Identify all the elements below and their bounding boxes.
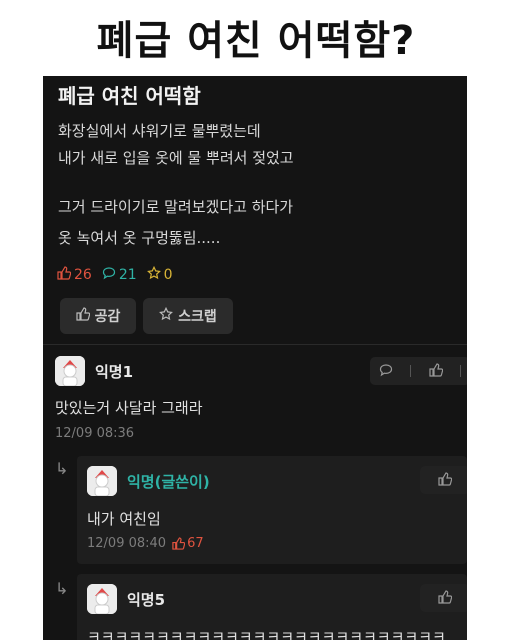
post-stats: 26 21 0 xyxy=(57,265,173,284)
star-icon xyxy=(159,306,174,325)
comment-text: 내가 여친임 xyxy=(87,510,161,528)
comment-like-count: 67 xyxy=(172,536,204,551)
post-body-line: 내가 새로 입을 옷에 물 뿌려서 젖었고 xyxy=(58,149,294,167)
like-button[interactable]: 공감 xyxy=(60,298,136,334)
reply-arrow-icon: ↳ xyxy=(55,459,69,478)
thumbs-up-icon[interactable] xyxy=(438,589,453,608)
like-count-value: 26 xyxy=(74,267,92,283)
comment-time: 12/09 08:36 xyxy=(55,426,135,441)
scrap-button-label: 스크랩 xyxy=(178,309,217,325)
comment-text: 맛있는거 사달라 그래라 xyxy=(55,399,203,417)
comment-actions xyxy=(420,584,467,612)
comment-text: ㅋㅋㅋㅋㅋㅋㅋㅋㅋㅋㅋㅋㅋㅋㅋㅋㅋㅋㅋㅋㅋㅋㅋㅋㅋㅋ xyxy=(87,628,446,640)
comment-nickname-author: 익명(글쓴이) xyxy=(127,473,210,491)
post-body-line: 그거 드라이기로 말려보겠다고 하다가 xyxy=(58,198,294,216)
thumbs-up-icon[interactable] xyxy=(429,362,443,381)
post-title: 폐급 여친 어떡함 xyxy=(58,84,201,108)
speech-bubble-icon xyxy=(102,266,116,284)
like-button-label: 공감 xyxy=(94,309,121,325)
comment-count: 21 xyxy=(102,266,137,284)
comment-meta: 12/09 08:40 67 xyxy=(87,536,204,551)
thumbs-up-icon xyxy=(76,307,90,325)
comment-nickname: 익명5 xyxy=(127,591,166,609)
reply-arrow-icon: ↳ xyxy=(55,579,69,598)
thumbs-up-icon xyxy=(57,266,72,284)
avatar xyxy=(87,466,117,496)
comment-meta: 12/09 08:36 xyxy=(55,426,134,441)
like-count: 26 xyxy=(57,266,92,284)
scrap-count-value: 0 xyxy=(163,267,173,283)
scrap-button[interactable]: 스크랩 xyxy=(143,298,233,334)
post-body-line: 옷 녹여서 옷 구멍뚫림..... xyxy=(58,229,221,247)
headline: 폐급 여친 어떡함? xyxy=(96,18,416,64)
post-screenshot: 폐급 여친 어떡함 화장실에서 샤워기로 물뿌렸는데 내가 새로 입을 옷에 물… xyxy=(43,76,467,640)
thumbs-up-icon[interactable] xyxy=(438,471,453,490)
star-icon xyxy=(146,265,161,284)
comment-actions xyxy=(370,357,467,385)
comment-like-value: 67 xyxy=(187,536,204,551)
separator xyxy=(410,365,412,377)
comment-nickname: 익명1 xyxy=(95,363,134,381)
comment-actions xyxy=(420,466,467,494)
separator xyxy=(460,365,462,377)
post-body-line: 화장실에서 샤워기로 물뿌렸는데 xyxy=(58,122,261,140)
avatar xyxy=(55,356,85,386)
avatar xyxy=(87,584,117,614)
comment-time: 12/09 08:40 xyxy=(87,536,167,551)
scrap-count: 0 xyxy=(146,265,173,284)
divider xyxy=(43,344,467,345)
comment-count-value: 21 xyxy=(118,267,137,283)
thumbs-up-icon xyxy=(172,537,186,550)
reply-icon[interactable] xyxy=(379,362,393,381)
